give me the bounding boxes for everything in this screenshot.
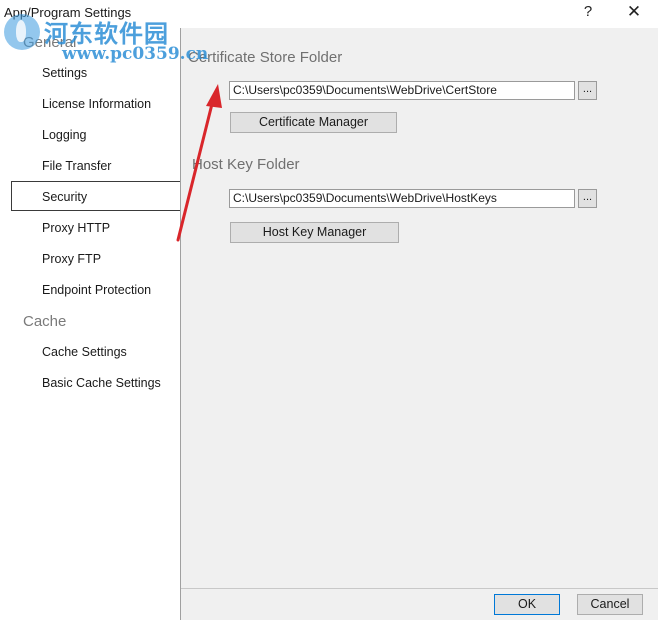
annotation-arrow-icon — [176, 84, 222, 242]
